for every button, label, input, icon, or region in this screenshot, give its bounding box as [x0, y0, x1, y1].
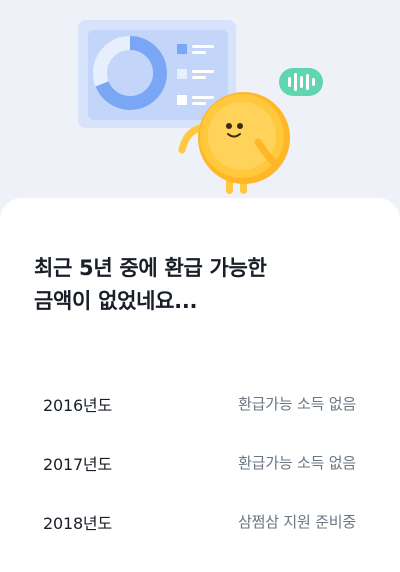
- list-item-2017[interactable]: 2017년도 환급가능 소득 없음: [0, 433, 400, 492]
- year-label: 2016년도: [43, 395, 112, 415]
- result-title-line-2: 금액이 없었네요...: [34, 288, 198, 313]
- yearly-refund-list: 2016년도 환급가능 소득 없음 2017년도 환급가능 소득 없음 2018…: [0, 374, 400, 551]
- refund-status: 삼쩜삼 지원 준비중: [238, 513, 356, 531]
- refund-status: 환급가능 소득 없음: [238, 454, 356, 472]
- year-label: 2017년도: [43, 454, 112, 474]
- result-title-line-1: 최근 5년 중에 환급 가능한: [34, 256, 267, 280]
- list-item-2016[interactable]: 2016년도 환급가능 소득 없음: [0, 374, 400, 433]
- refund-status: 환급가능 소득 없음: [238, 395, 356, 413]
- sound-bars-icon: [279, 68, 323, 96]
- list-item-2018[interactable]: 2018년도 삼쩜삼 지원 준비중: [0, 492, 400, 551]
- year-label: 2018년도: [43, 513, 112, 533]
- hero-illustration: [0, 0, 400, 230]
- result-title: 최근 5년 중에 환급 가능한 금액이 없었네요...: [34, 252, 374, 318]
